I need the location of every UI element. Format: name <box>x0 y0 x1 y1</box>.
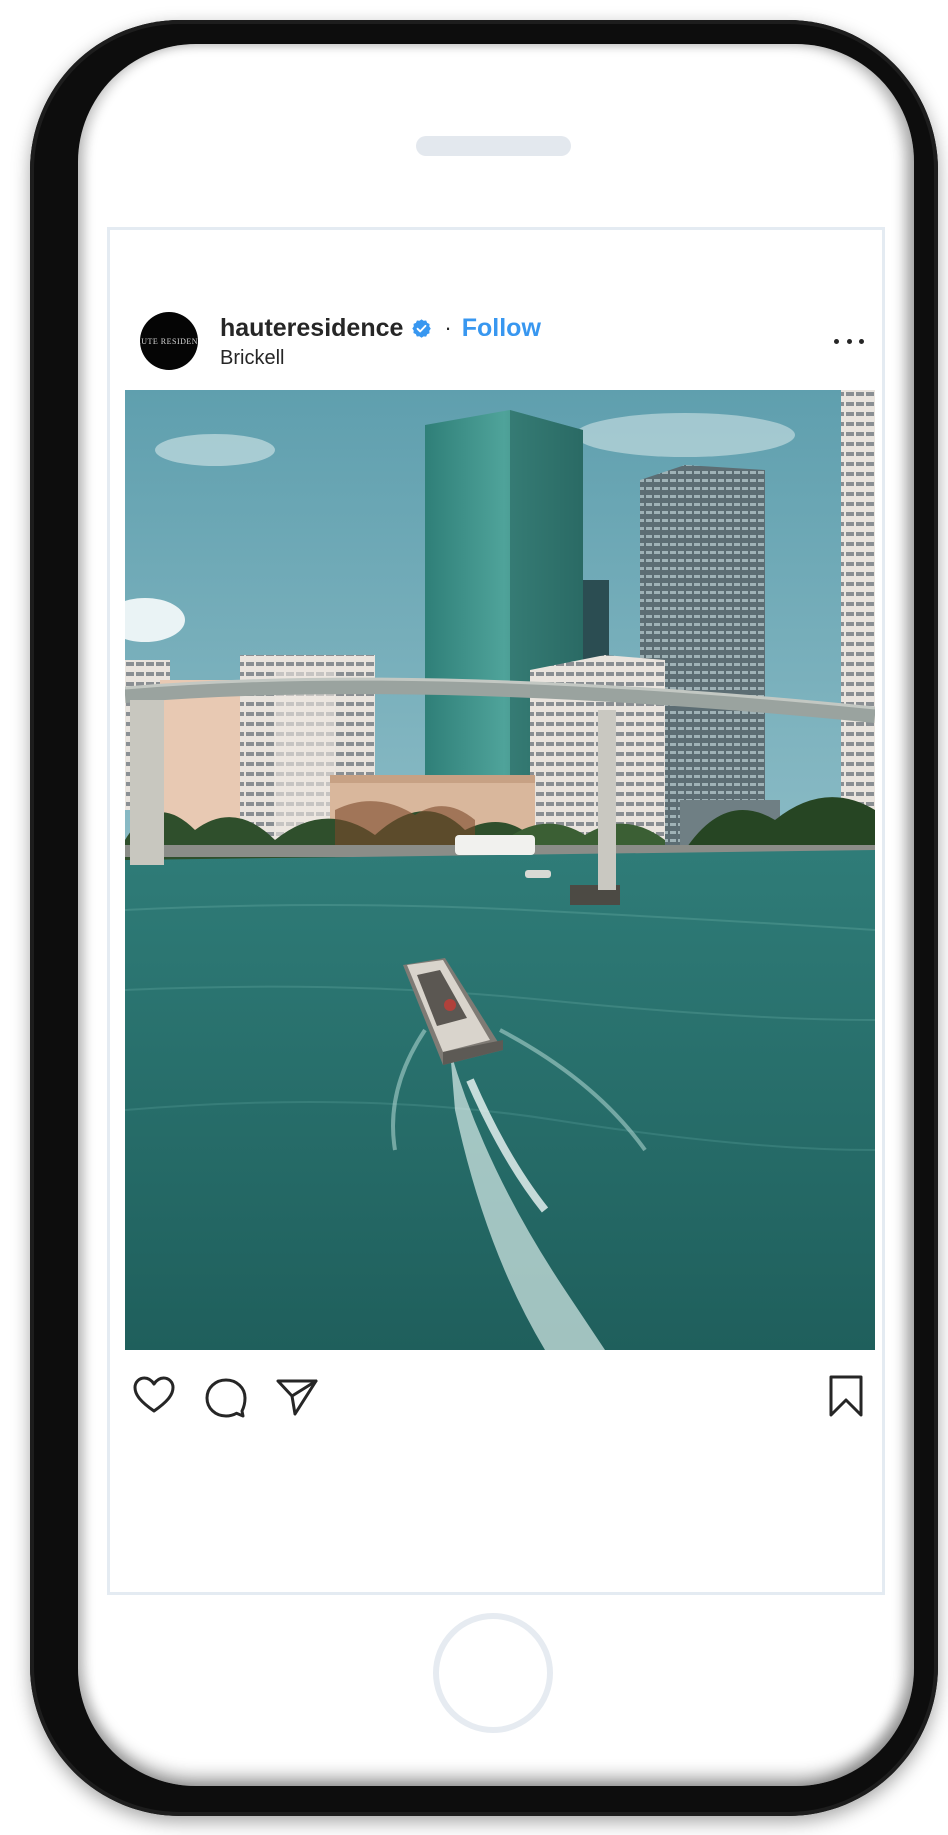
more-horizontal-icon[interactable] <box>834 334 864 348</box>
heart-icon[interactable] <box>131 1375 177 1415</box>
phone-speaker <box>416 136 571 156</box>
bookmark-icon[interactable] <box>828 1374 864 1418</box>
stage: HAUTE RESIDENCE hauteresidence · Follow … <box>0 0 948 1835</box>
avatar-logo-text: HAUTE RESIDENCE <box>140 336 198 346</box>
location-link[interactable]: Brickell <box>220 347 284 370</box>
follow-button[interactable]: Follow <box>462 314 541 343</box>
avatar[interactable]: HAUTE RESIDENCE <box>140 312 198 370</box>
separator-dot: · <box>444 315 452 340</box>
comment-bubble-icon[interactable] <box>203 1377 247 1419</box>
more-dot <box>859 338 864 344</box>
more-dot <box>846 338 852 344</box>
action-bar <box>110 1365 882 1435</box>
username-link[interactable]: hauteresidence <box>220 314 403 343</box>
more-dot <box>834 338 839 344</box>
home-button[interactable] <box>433 1613 553 1733</box>
river-city-photo <box>125 390 875 1350</box>
verified-badge-icon <box>411 318 432 339</box>
user-line: hauteresidence · Follow <box>220 313 541 343</box>
paper-plane-icon[interactable] <box>275 1377 319 1417</box>
post-header: HAUTE RESIDENCE hauteresidence · Follow … <box>110 230 882 390</box>
instagram-post-card: HAUTE RESIDENCE hauteresidence · Follow … <box>107 227 885 1595</box>
post-photo[interactable] <box>125 390 875 1350</box>
